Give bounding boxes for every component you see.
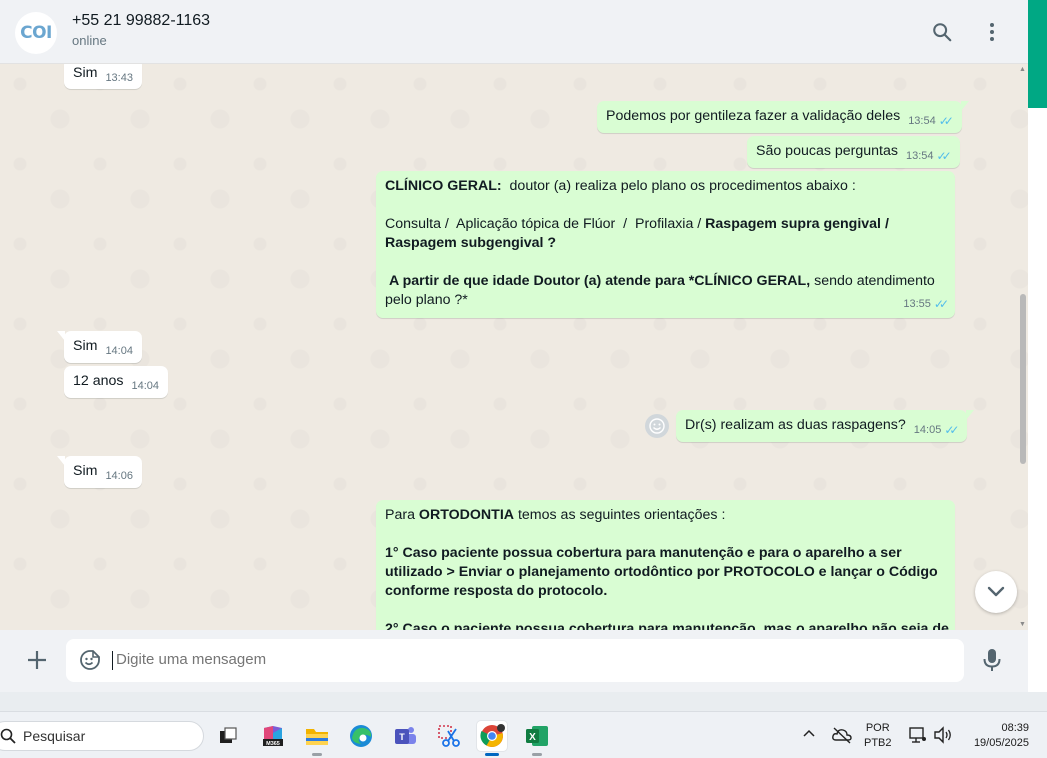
message-outgoing[interactable]: Podemos por gentileza fazer a validação … (597, 101, 969, 133)
scroll-to-bottom-button[interactable] (975, 571, 1017, 613)
svg-text:T: T (399, 732, 405, 742)
message-time: 13:54 (908, 115, 936, 127)
message-incoming[interactable]: Sim 13:43 (64, 64, 142, 89)
microphone-icon[interactable] (980, 647, 1004, 678)
edge-browser-icon[interactable] (346, 721, 376, 751)
language-code: POR (865, 722, 890, 734)
read-ticks-icon: ✓✓ (938, 114, 954, 128)
snipping-tool-icon[interactable] (434, 721, 464, 751)
app-active-indicator (485, 753, 499, 756)
taskbar-search-box[interactable]: Pesquisar (0, 721, 204, 751)
message-input-box[interactable] (66, 639, 964, 682)
message-incoming[interactable]: 12 anos 14:04 (64, 366, 169, 398)
clock-time: 08:39 (1001, 722, 1029, 734)
emoji-reaction-button[interactable] (645, 414, 669, 438)
search-icon[interactable] (928, 18, 956, 46)
desktop-background (0, 692, 1047, 711)
chat-header[interactable]: COI +55 21 99882-1163 online (0, 0, 1028, 64)
scroll-down-arrow-icon[interactable]: ▼ (1019, 621, 1026, 628)
message-time: 14:04 (105, 345, 133, 357)
microsoft-365-icon[interactable]: M365 (258, 721, 288, 751)
message-paragraph: CLÍNICO GERAL: doutor (a) realiza pelo p… (385, 177, 943, 196)
message-incoming[interactable]: Sim 14:06 (57, 456, 142, 488)
message-paragraph: Consulta / Aplicação tópica de Flúor / P… (385, 215, 943, 253)
message-text: Para (385, 507, 419, 523)
read-ticks-icon: ✓✓ (933, 297, 949, 311)
system-clock[interactable]: 08:39 19/05/2025 (962, 721, 1029, 751)
chrome-browser-icon[interactable] (477, 721, 507, 756)
app-running-indicator (312, 753, 322, 756)
message-text: Sim (73, 65, 98, 81)
message-paragraph: Para ORTODONTIA temos as seguintes orien… (385, 506, 943, 525)
message-paragraph: 2° Caso o paciente possua cobertura para… (385, 621, 949, 630)
network-monitor-icon[interactable] (908, 726, 928, 749)
message-outgoing[interactable]: Para ORTODONTIA temos as seguintes orien… (376, 500, 955, 630)
file-explorer-icon[interactable] (302, 721, 332, 756)
message-text: Sim (73, 463, 98, 479)
smiley-icon (649, 418, 665, 434)
chevron-down-icon (987, 586, 1005, 597)
message-text: São poucas perguntas (756, 143, 898, 159)
chat-scrollbar[interactable]: ▲ ▼ (1017, 64, 1028, 630)
menu-dots-icon[interactable] (978, 18, 1006, 46)
message-time: 13:55 (903, 298, 931, 310)
svg-text:M365: M365 (266, 741, 280, 747)
teams-icon[interactable]: T (390, 721, 420, 751)
message-paragraph: 1° Caso paciente possua cobertura para m… (385, 545, 938, 599)
contact-status: online (72, 33, 107, 48)
message-text: Dr(s) realizam as duas raspagens? (685, 417, 906, 433)
message-text: doutor (a) realiza pelo plano os procedi… (501, 178, 856, 194)
taskbar-search-text: Pesquisar (23, 728, 86, 744)
read-ticks-icon: ✓✓ (944, 423, 959, 437)
message-outgoing[interactable]: Dr(s) realizam as duas raspagens? 14:05 ✓✓ (676, 410, 975, 442)
message-time: 14:06 (105, 470, 133, 482)
volume-speaker-icon[interactable] (933, 726, 953, 749)
bold-text: ORTODONTIA (418, 507, 515, 523)
window-accent-strip (1028, 0, 1047, 108)
message-paragraph: A partir de que idade Doutor (a) atende … (385, 272, 943, 310)
message-text: Consulta / Aplicação tópica de Flúor / P… (385, 216, 706, 232)
message-list[interactable]: Sim 13:43 Podemos por gentileza fazer a v… (0, 64, 1028, 630)
message-input[interactable] (116, 651, 916, 668)
keyboard-layout: PTB2 (864, 737, 892, 749)
message-text: temos as seguintes orientações : (514, 507, 726, 523)
message-incoming[interactable]: Sim 14:04 (57, 331, 142, 363)
text-caret (112, 651, 113, 670)
message-time: 14:04 (131, 380, 160, 392)
show-hidden-icons-chevron-icon[interactable] (802, 726, 816, 747)
clock-date: 19/05/2025 (973, 737, 1029, 749)
message-outgoing[interactable]: CLÍNICO GERAL: doutor (a) realiza pelo p… (376, 171, 955, 318)
message-time: 13:54 (905, 150, 934, 162)
window-edge (1028, 108, 1047, 708)
sticker-emoji-icon[interactable] (79, 649, 101, 676)
search-icon (0, 728, 16, 744)
message-composer (0, 630, 1028, 692)
svg-text:X: X (529, 732, 536, 743)
attach-plus-icon[interactable] (24, 647, 50, 673)
contact-info[interactable]: +55 21 99882-1163 online (72, 12, 210, 48)
message-text: Podemos por gentileza fazer a validação … (606, 108, 901, 124)
excel-icon[interactable]: X (522, 721, 552, 756)
app-running-indicator (532, 753, 542, 756)
contact-name: +55 21 99882-1163 (72, 12, 211, 29)
task-view-icon[interactable] (213, 721, 243, 751)
contact-avatar[interactable]: COI (15, 12, 57, 54)
scroll-thumb[interactable] (1020, 294, 1026, 464)
scroll-up-arrow-icon[interactable]: ▲ (1019, 66, 1026, 73)
windows-taskbar: Pesquisar M365 T X POR PTB2 08:39 19/05/… (0, 711, 1047, 758)
message-text: 12 anos (73, 373, 124, 389)
input-language-indicator[interactable]: POR PTB2 (864, 721, 892, 751)
read-ticks-icon: ✓✓ (936, 149, 952, 163)
message-time: 13:43 (105, 72, 133, 84)
avatar-text: COI (20, 23, 52, 43)
bold-text: A partir de que idade Doutor (a) atende … (385, 273, 811, 289)
message-outgoing[interactable]: São poucas perguntas 13:54 ✓✓ (747, 136, 960, 168)
onedrive-cloud-icon[interactable] (831, 726, 853, 749)
bold-text: CLÍNICO GERAL: (385, 178, 502, 194)
message-time: 14:05 (913, 424, 942, 436)
message-text: Sim (73, 338, 98, 354)
